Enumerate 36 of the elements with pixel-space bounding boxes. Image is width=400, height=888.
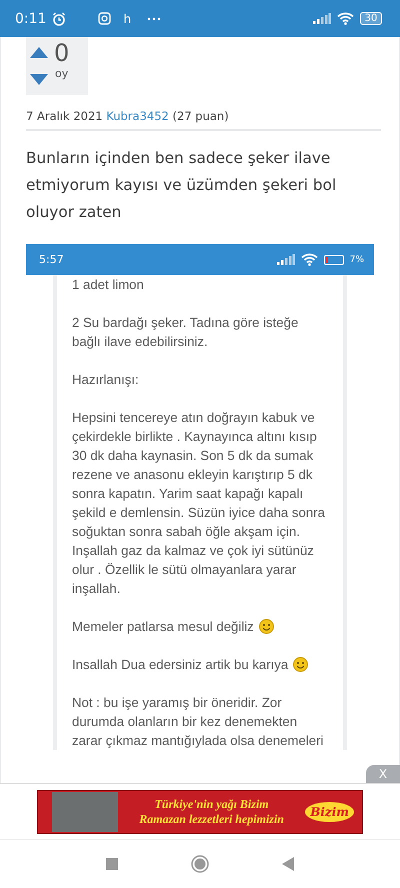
back-button[interactable] [282,857,294,871]
home-button[interactable] [190,855,209,873]
wifi-icon [300,253,318,266]
user-link[interactable]: Kubra3452 [106,109,169,123]
clock-time: 5:57 [39,253,64,266]
close-ad-button[interactable]: X [366,765,400,783]
battery-icon [324,254,344,264]
brand-logo: Bizim [305,802,354,822]
more-dots-icon [147,16,162,20]
signal-icon [313,13,331,24]
battery-level: 7% [350,254,364,264]
screenshot-text: Not : bu işe yaramış bir öneridir. Zor durumda olanların bir kez denemekten zarar çıkmaz mantığıylada olsa denemeleri [72,694,324,750]
vote-label: oy [55,67,68,80]
screenshot-text: Hazırlanışı: [72,371,140,389]
alarm-clock-icon [52,12,66,26]
camera-app-icon [98,12,112,25]
wifi-icon [337,12,354,25]
screenshot-text: Hepsini tencereye atın doğrayın kabuk ve çekirdekle birlikte . Kaynayınca altını kısıp 30 dk daha kaynasin. Son 5 dk da sumak rezene ve anasonu ekleyin karıştırıp 5 dk sonra kapatın. Yarim saat kapağı kapalı şekild e demlensin. Süzün iyice daha sonra soğuktan sonra sabah öğle akşam için. Inşallah gaz da kalmaz ve çok iyi sütünüz olur . Özellik le sütü olmayanlara yarar inşallah. [72,409,325,598]
battery-icon: 30 [360,12,382,25]
upvote-button[interactable] [30,47,48,58]
vote-count: 0 [54,39,70,67]
screenshot-text: 1 adet limon [72,276,145,294]
ad-headline: Ramazan lezzetleri hepimizin [139,812,284,827]
ad-headline: Türkiye'nin yağı Bizim [154,797,269,812]
clock-time: 0:11 [15,10,46,26]
screenshot-text: Memeler patlarsa mesul değiliz [72,618,254,636]
answer-meta: 7 Aralık 2021 Kubra3452 (27 puan) [26,109,229,123]
signal-icon [276,254,295,265]
answer-text: Bunların içinden ben sadece şeker ilave etmiyorum kayısı ve üzümden şekeri bol oluyor zaten [26,148,338,223]
screenshot-text: Insallah Dua edersiniz artik bu karıya [72,656,288,674]
screenshot-text: 2 Su bardağı şeker. Tadına göre isteğe bağlı ilave edebilirsiniz. [72,314,300,351]
downvote-button[interactable] [30,74,48,85]
ad-banner[interactable]: Türkiye'nin yağı Bizim Ramazan lezzetleri hepimizin Bizim [37,790,363,834]
photo-placeholder [52,792,118,832]
recent-apps-button[interactable] [106,858,118,870]
app-letter: h [123,12,132,26]
